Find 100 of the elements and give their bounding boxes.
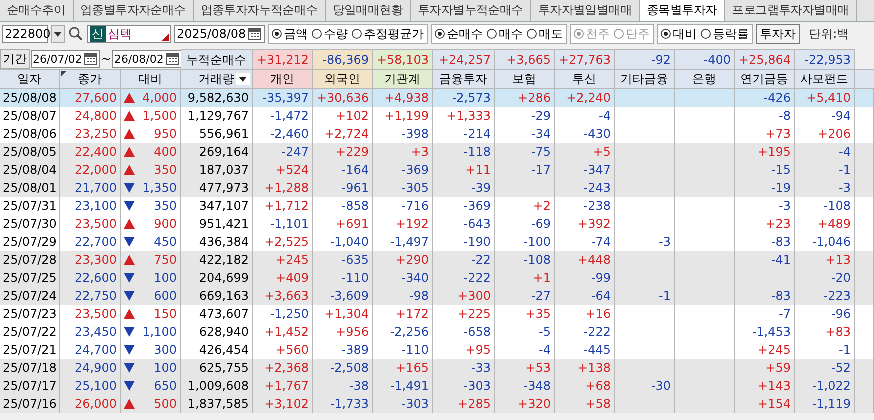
net-buy-cell: +285 [433,395,495,413]
volume-cell: 1,837,585 [181,395,253,413]
radio-button-icon[interactable] [661,29,672,39]
change-cell-text: 1,100 [142,324,177,341]
summary-value: -86,369 [313,49,373,69]
table-row[interactable]: 25/07/16 26,000 500 1,837,585 +3,102 -1,733 -303 +285 +320 +58 +154 -1,119 [0,395,874,413]
table-row[interactable]: 25/07/28 23,300 750 422,182 +245 -635 +290 -22 -108 +448 -41 +13 [0,251,874,269]
change-cell-text: 1,500 [142,108,177,125]
tab[interactable]: 당일매매현황 [326,0,412,21]
radio-button-icon[interactable] [487,29,498,39]
net-buy-cell: +154 [735,395,795,413]
change-cell-text: 100 [154,270,177,287]
radio-option[interactable]: 매도 [527,26,564,42]
net-buy-cell: -1,119 [795,395,855,413]
column-menu-button[interactable] [236,73,250,85]
change-cell-text: 450 [154,234,177,251]
radio-option[interactable]: 매수 [487,26,524,42]
table-row[interactable]: 25/08/06 23,250 950 556,961 -2,460 +2,724 -398 -214 -34 -430 +73 +206 [0,125,874,143]
change-cell-text: 350 [154,198,177,215]
table-row[interactable]: 25/08/08 27,600 4,000 9,582,630 -35,397 +30,636 +4,938 -2,573 +286 +2,240 -426 +5,410 [0,89,874,107]
tab[interactable]: 종목별투자자 [640,0,726,21]
change-cell-text: 500 [154,396,177,413]
radio-option[interactable]: 등락률 [701,26,750,42]
calendar-icon[interactable] [84,52,98,66]
radio-button-icon[interactable] [352,29,362,39]
radio-button-icon[interactable] [527,29,538,39]
net-buy-cell: -303 [373,395,433,413]
table-row[interactable]: 25/07/30 23,500 900 951,421 -1,101 +691 +192 -643 -69 +392 +23 +489 [0,215,874,233]
summary-value: +31,212 [253,49,313,69]
net-buy-cell: +3,102 [253,395,313,413]
tab[interactable]: 업종투자자누적순매수 [194,0,326,21]
summary-value: -92 [615,49,675,69]
start-date-field[interactable]: 26/07/02 [31,50,100,68]
table-row[interactable]: 25/08/04 22,000 350 187,037 +524 -164 -369 +11 -17 -347 -15 -1 [0,161,874,179]
table-row[interactable]: 25/08/07 24,800 1,500 1,129,767 -1,472 +102 +1,199 +1,333 -29 -4 -8 -94 [0,107,874,125]
radio-button-icon[interactable] [435,29,446,39]
table-row[interactable]: 25/08/01 21,700 1,350 477,973 +1,288 -961 -305 -39 -243 -19 -3 [0,179,874,197]
tab[interactable]: 업종별투자자순매수 [74,0,194,21]
radio-button-icon[interactable] [272,29,282,39]
column-header[interactable]: 개인 [253,70,313,88]
change-cell-text: 300 [154,342,177,359]
table-row[interactable]: 25/07/29 22,700 450 436,384 +2,525 -1,040 -1,497 -190 -100 -74 -3 -83 -1,046 [0,233,874,251]
table-row[interactable]: 25/07/31 23,100 350 347,107 +1,712 -858 -716 -369 +2 -238 -3 -108 [0,197,874,215]
period-label: 기간 [0,49,30,69]
stock-code-field[interactable]: 222800 [2,25,48,43]
calendar-icon[interactable] [248,27,262,41]
date-cell: 25/07/16 [0,395,60,413]
search-icon[interactable] [68,26,84,42]
sort-marker-icon [61,71,67,77]
radio-option[interactable]: 대비 [661,26,698,42]
summary-value: +3,665 [495,49,555,69]
tab[interactable]: 투자자별누적순매수 [411,0,532,21]
radio-option[interactable]: 순매수 [435,26,484,42]
radio-option[interactable]: 금액 [272,26,308,42]
summary-value: +25,864 [735,49,795,69]
change-cell-text: 100 [154,360,177,377]
investor-button[interactable]: 투자자 [756,24,800,44]
change-cell-text: 350 [154,162,177,179]
change-cell-text: 650 [154,378,177,395]
caret-down-icon [54,32,62,36]
summary-value: -400 [675,49,735,69]
table-row[interactable]: 25/07/23 23,500 150 473,607 -1,250 +1,304 +172 +225 +35 +16 -7 -96 [0,305,874,323]
table-row[interactable]: 25/07/17 25,100 650 1,009,608 +1,767 -38 -1,491 -303 -348 +68 -30 +143 -1,022 [0,377,874,395]
table-row[interactable]: 25/08/05 22,400 400 269,164 -247 +229 +3 -118 -75 +5 +195 -4 [0,143,874,161]
stock-name-field[interactable]: 신 심텍 [87,25,171,43]
net-buy-cell: +58 [555,395,615,413]
radio-button-icon[interactable] [701,29,712,39]
table-row[interactable]: 25/07/24 22,750 600 669,163 +3,663 -3,609 -98 +300 -27 -64 -1 -83 -223 [0,287,874,305]
summary-value: +24,257 [433,49,495,69]
end-date-field[interactable]: 26/08/02 [112,50,182,68]
radio-option[interactable]: 수량 [312,26,348,42]
calendar-icon[interactable] [166,52,180,66]
change-cell-text: 600 [154,288,177,305]
corner-mark-icon [162,34,169,41]
tab[interactable]: 순매수추이 [0,0,74,21]
change-cell-text: 750 [154,252,177,269]
radio-button-icon[interactable] [312,29,322,39]
table-row[interactable]: 25/07/22 23,450 1,100 628,940 +1,452 +956 -2,256 -658 -5 -222 -1,453 +83 [0,323,874,341]
summary-value: -22,953 [795,49,855,69]
date-field[interactable]: 2025/08/08 [174,25,266,43]
column-header[interactable]: 기관계 [373,70,433,88]
column-header[interactable]: 외국인 [313,70,373,88]
change-cell-text: 1,350 [142,180,177,197]
column-header[interactable]: 종가 [60,70,121,88]
market-badge: 신 [90,26,106,42]
range-separator: ~ [101,52,112,66]
table-row[interactable]: 25/07/21 24,700 300 426,454 +560 -389 -110 +95 -4 -445 +245 -1 [0,341,874,359]
table-row[interactable]: 25/07/18 24,900 100 625,755 +2,368 -2,508 +165 -33 +53 +138 +59 -52 [0,359,874,377]
stock-name: 심텍 [108,26,132,42]
dropdown-button[interactable] [51,25,65,43]
change-cell-text: 400 [154,144,177,161]
tab[interactable]: 프로그램투자자별매매 [725,0,858,21]
summary-value: +27,763 [555,49,615,69]
table-row[interactable]: 25/07/25 22,600 100 204,699 +409 -110 -340 -222 +1 -99 -20 [0,269,874,287]
net-buy-cell: -1,733 [313,395,373,413]
radio-option[interactable]: 추정평균가 [352,26,424,42]
summary-value: +58,103 [373,49,433,69]
change-cell-text: 150 [154,306,177,323]
net-buy-cell: +320 [495,395,555,413]
change-cell-text: 950 [154,126,177,143]
